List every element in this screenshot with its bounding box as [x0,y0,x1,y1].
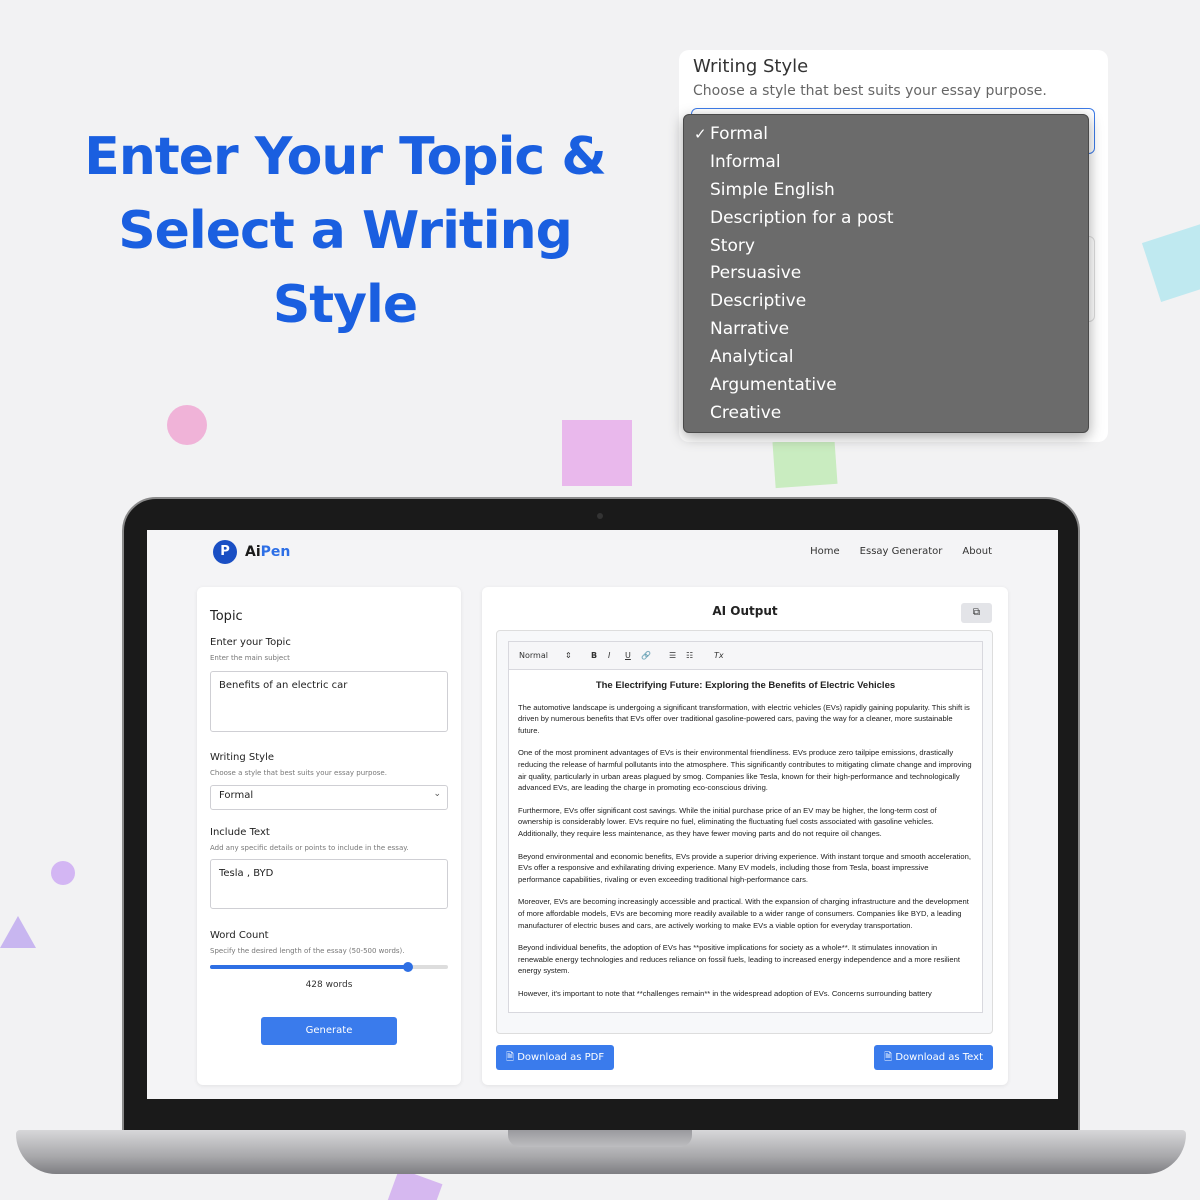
brand-name[interactable]: AiPen [245,544,290,560]
underline-icon[interactable]: U [625,651,631,660]
essay-content[interactable]: The Electrifying Future: Exploring the B… [509,670,982,1012]
option-description-for-a-post[interactable]: Description for a post [684,205,1088,233]
style-select-value: Formal [219,790,254,801]
include-label: Include Text [210,827,270,838]
style-label: Writing Style [210,752,275,763]
download-pdf-label: Download as PDF [517,1052,605,1063]
editor-toolbar: Normal ⇕ B I U 🔗 ☰ ☷ Tx [509,642,982,670]
confetti-square-cyan [1141,223,1200,303]
bullet-list-icon[interactable]: ☷ [686,651,693,660]
headline: Enter Your Topic & Select a Writing Styl… [60,120,630,342]
confetti-triangle-purple [0,916,36,948]
essay-paragraph: Furthermore, EVs offer significant cost … [518,805,937,838]
text-file-icon: 🗎 [884,1052,896,1063]
bold-icon[interactable]: B [591,651,597,660]
pdf-file-icon: 🗎 [506,1052,518,1063]
headline-line-3: Style [272,275,418,335]
option-label: Narrative [710,319,790,340]
format-select[interactable]: Normal [519,651,548,660]
wordcount-label: Word Count [210,930,269,941]
essay-paragraph: Beyond individual benefits, the adoption… [518,943,960,976]
download-pdf-button[interactable]: 🗎 Download as PDF [496,1045,615,1070]
essay-paragraph: The automotive landscape is undergoing a… [518,702,970,735]
confetti-circle-pink [167,405,207,445]
download-text-button[interactable]: 🗎 Download as Text [874,1045,993,1070]
ai-output-panel: AI Output ⧉ Normal ⇕ B I U 🔗 ☰ ☷ Tx The … [482,587,1008,1085]
download-text-label: Download as Text [895,1052,983,1063]
rich-text-editor[interactable]: Normal ⇕ B I U 🔗 ☰ ☷ Tx The Electrifying… [508,641,983,1013]
aipen-logo-icon[interactable]: P [213,540,237,564]
format-select-arrow-icon: ⇕ [565,651,572,660]
nav-link-essay-generator[interactable]: Essay Generator [860,546,943,557]
option-label: Persuasive [710,263,802,284]
option-argumentative[interactable]: Argumentative [684,372,1088,400]
laptop-notch [508,1130,692,1147]
nav-link-home[interactable]: Home [810,546,840,557]
option-label: Creative [710,402,782,423]
topic-label: Enter your Topic [210,637,291,648]
option-label: Simple English [710,179,835,200]
essay-paragraph: Beyond environmental and economic benefi… [518,851,971,884]
top-nav: P AiPen Home Essay Generator About [147,530,1058,578]
headline-line-1: Enter Your Topic & [84,127,606,187]
option-informal[interactable]: Informal [684,149,1088,177]
link-icon[interactable]: 🔗 [641,651,651,660]
option-label: Informal [710,151,781,172]
topic-hint: Enter the main subject [210,654,290,662]
option-label: Description for a post [710,207,894,228]
confetti-square-purple [562,420,632,486]
confetti-square-green [772,437,838,489]
ordered-list-icon[interactable]: ☰ [669,651,676,660]
generate-button[interactable]: Generate [261,1017,397,1045]
include-input[interactable]: Tesla , BYD [210,859,448,909]
brand-ai: Ai [245,544,261,560]
option-creative[interactable]: Creative [684,400,1088,428]
option-narrative[interactable]: Narrative [684,316,1088,344]
wordcount-value: 428 words [305,980,353,990]
option-label: Analytical [710,347,794,368]
wordcount-slider-thumb[interactable] [402,962,413,972]
editor-container: Normal ⇕ B I U 🔗 ☰ ☷ Tx The Electrifying… [496,630,993,1034]
essay-paragraph: One of the most prominent advantages of … [518,748,972,793]
essay-title: The Electrifying Future: Exploring the B… [595,680,896,691]
form-title: Topic [210,609,243,624]
italic-icon[interactable]: I [608,651,610,660]
clear-format-icon[interactable]: Tx [714,651,724,660]
option-descriptive[interactable]: Descriptive [684,288,1088,316]
wordcount-hint: Specify the desired length of the essay … [210,947,405,955]
app-screen: P AiPen Home Essay Generator About Topic… [147,530,1058,1099]
include-hint: Add any specific details or points to in… [210,844,409,852]
option-simple-english[interactable]: Simple English [684,177,1088,205]
output-title: AI Output [712,604,778,618]
option-persuasive[interactable]: Persuasive [684,260,1088,288]
brand-pen: Pen [260,544,291,560]
copy-button[interactable]: ⧉ [961,603,992,623]
writing-style-title: Writing Style [693,56,809,77]
style-hint: Choose a style that best suits your essa… [210,769,387,777]
option-analytical[interactable]: Analytical [684,344,1088,372]
copy-icon: ⧉ [972,607,981,618]
headline-line-2: Select a Writing [118,201,573,261]
style-select[interactable]: Formal ⌄ [210,785,448,810]
nav-links: Home Essay Generator About [810,546,992,557]
essay-form-panel: Topic Enter your Topic Enter the main su… [197,587,461,1085]
nav-link-about[interactable]: About [962,546,992,557]
confetti-circle-purple [51,861,75,885]
option-label: Argumentative [710,375,837,396]
wordcount-slider-fill [210,965,408,969]
chevron-down-icon: ⌄ [433,789,441,799]
option-formal[interactable]: ✓ Formal [684,121,1088,149]
essay-paragraph: Moreover, EVs are becoming increasingly … [518,897,969,930]
writing-style-dropdown[interactable]: ✓ Formal Informal Simple English Descript… [683,114,1089,433]
topic-input[interactable]: Benefits of an electric car [210,671,448,732]
writing-style-subtitle: Choose a style that best suits your essa… [693,83,1047,99]
essay-paragraph: However, it's important to note that **c… [518,988,932,998]
option-label: Descriptive [710,291,807,312]
wordcount-slider[interactable] [210,962,448,972]
option-label: Formal [710,124,768,144]
option-story[interactable]: Story [684,233,1088,261]
checkmark-icon: ✓ [694,125,707,143]
option-label: Story [710,235,755,256]
camera-icon [597,513,603,519]
